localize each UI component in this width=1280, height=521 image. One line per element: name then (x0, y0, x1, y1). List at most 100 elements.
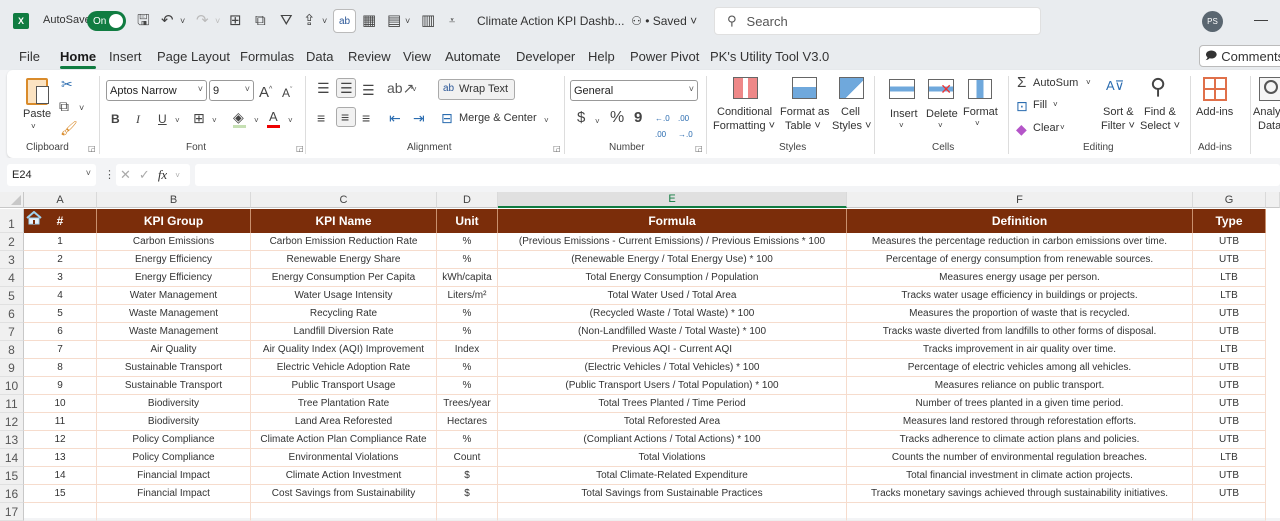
filter-icon[interactable]: ⛛ (280, 12, 293, 30)
increase-indent-icon[interactable]: ⇥ (413, 110, 425, 126)
cell-unit[interactable]: Liters/m² (437, 287, 498, 305)
cell-kpi-group[interactable]: Sustainable Transport (97, 359, 251, 377)
insert-function-button[interactable]: fx (158, 167, 167, 183)
column-header-d[interactable]: D (437, 192, 498, 208)
percent-button[interactable]: % (610, 110, 624, 126)
cell-kpi-name[interactable]: Cost Savings from Sustainability (251, 485, 437, 503)
increase-decimal-button[interactable]: ←.0 .00 (655, 111, 673, 143)
clipboard-launcher-icon[interactable]: ◲ (88, 144, 96, 153)
cell-kpi-group[interactable]: Biodiversity (97, 395, 251, 413)
calculator2-icon[interactable]: ▥ (421, 12, 435, 30)
cell-definition[interactable]: Measures the percentage reduction in car… (847, 233, 1193, 251)
cell-number[interactable]: 7 (24, 341, 97, 359)
cell-type[interactable]: LTB (1193, 287, 1266, 305)
cell-formula[interactable]: (Electric Vehicles / Total Vehicles) * 1… (498, 359, 847, 377)
decrease-decimal-button[interactable]: .00 →.0 (678, 111, 696, 143)
copy-dropdown-icon[interactable]: ˅ (79, 100, 84, 116)
minimize-button[interactable]: — (1254, 11, 1268, 27)
number-launcher-icon[interactable]: ◲ (695, 144, 703, 153)
orientation-icon[interactable]: ab↗ (387, 80, 414, 96)
cell-formula[interactable]: Total Trees Planted / Time Period (498, 395, 847, 413)
cut-icon[interactable]: ✂ (61, 76, 73, 92)
cell-unit[interactable]: % (437, 305, 498, 323)
fill-icon[interactable]: ⊡ (1016, 98, 1028, 114)
font-color-icon[interactable]: A (269, 109, 278, 125)
align-left-icon[interactable]: ≡ (317, 110, 325, 126)
empty-cell[interactable] (24, 503, 97, 521)
cell-formula[interactable]: (Renewable Energy / Total Energy Use) * … (498, 251, 847, 269)
cell-kpi-name[interactable]: Air Quality Index (AQI) Improvement (251, 341, 437, 359)
alignment-launcher-icon[interactable]: ◲ (553, 144, 561, 153)
empty-cell[interactable] (847, 503, 1193, 521)
cell-unit[interactable]: Index (437, 341, 498, 359)
cell-type[interactable]: UTB (1193, 467, 1266, 485)
cell-number[interactable]: 13 (24, 449, 97, 467)
enter-icon[interactable]: ✓ (139, 167, 150, 183)
tab-power-pivot[interactable]: Power Pivot (630, 49, 699, 64)
column-header-h[interactable] (1266, 192, 1280, 208)
cell-definition[interactable]: Tracks water usage efficiency in buildin… (847, 287, 1193, 305)
merge-center-icon[interactable]: ⊟ (441, 110, 453, 126)
fill-color-icon[interactable]: ◈ (233, 109, 244, 125)
row-header[interactable]: 8 (0, 341, 24, 359)
cell-type[interactable]: UTB (1193, 233, 1266, 251)
home-icon[interactable] (26, 210, 42, 225)
empty-cell[interactable] (251, 503, 437, 521)
decrease-font-size-icon[interactable]: Aˇ (282, 83, 292, 101)
cell-formula[interactable]: (Non-Landfilled Waste / Total Waste) * 1… (498, 323, 847, 341)
row-header[interactable]: 17 (0, 503, 24, 521)
paste-button[interactable]: Paste ˅ (21, 76, 53, 136)
cell-kpi-name[interactable]: Land Area Reforested (251, 413, 437, 431)
cell-kpi-name[interactable]: Energy Consumption Per Capita (251, 269, 437, 287)
formula-dropdown-icon[interactable]: ˅ (175, 171, 180, 180)
header-cell-type[interactable]: Type (1193, 209, 1266, 233)
cell-definition[interactable]: Percentage of energy consumption from re… (847, 251, 1193, 269)
tab-pk-utility-tool[interactable]: PK's Utility Tool V3.0 (710, 49, 829, 64)
cell-kpi-name[interactable]: Renewable Energy Share (251, 251, 437, 269)
tab-formulas[interactable]: Formulas (240, 49, 294, 64)
cell-number[interactable]: 3 (24, 269, 97, 287)
cell-number[interactable]: 4 (24, 287, 97, 305)
cell-type[interactable]: UTB (1193, 395, 1266, 413)
cell-kpi-group[interactable]: Carbon Emissions (97, 233, 251, 251)
borders-icon[interactable]: ⊞ (229, 12, 242, 30)
row-header[interactable]: 16 (0, 485, 24, 503)
cell-kpi-name[interactable]: Carbon Emission Reduction Rate (251, 233, 437, 251)
cell-type[interactable]: UTB (1193, 305, 1266, 323)
empty-cell[interactable] (437, 503, 498, 521)
cell-number[interactable]: 15 (24, 485, 97, 503)
tab-data[interactable]: Data (306, 49, 333, 64)
cell-unit[interactable]: % (437, 377, 498, 395)
italic-button[interactable]: I (136, 111, 140, 127)
tab-file[interactable]: File (19, 49, 40, 64)
font-launcher-icon[interactable]: ◲ (296, 144, 304, 153)
cell-definition[interactable]: Tracks monetary savings achieved through… (847, 485, 1193, 503)
cell-kpi-name[interactable]: Water Usage Intensity (251, 287, 437, 305)
cell-number[interactable]: 1 (24, 233, 97, 251)
row-header[interactable]: 15 (0, 467, 24, 485)
cell-formula[interactable]: Total Water Used / Total Area (498, 287, 847, 305)
cell-formula[interactable]: Total Energy Consumption / Population (498, 269, 847, 287)
cell-number[interactable]: 14 (24, 467, 97, 485)
cell-type[interactable]: UTB (1193, 359, 1266, 377)
autosave-toggle[interactable]: On (87, 11, 126, 31)
bold-button[interactable]: B (111, 111, 120, 127)
cell-type[interactable]: UTB (1193, 323, 1266, 341)
cell-type[interactable]: LTB (1193, 269, 1266, 287)
redo-dropdown-icon[interactable]: ˅ (215, 12, 220, 30)
underline-button[interactable]: U (158, 111, 167, 127)
cell-kpi-group[interactable]: Waste Management (97, 305, 251, 323)
cell-formula[interactable]: Total Reforested Area (498, 413, 847, 431)
align-center-button[interactable]: ≡ (336, 107, 356, 127)
tab-review[interactable]: Review (348, 49, 391, 64)
cell-unit[interactable]: Count (437, 449, 498, 467)
wrap-text-button[interactable]: ab Wrap Text (438, 79, 515, 100)
column-header-a[interactable]: A (24, 192, 97, 208)
cell-unit[interactable]: Trees/year (437, 395, 498, 413)
cell-kpi-name[interactable]: Tree Plantation Rate (251, 395, 437, 413)
row-header[interactable]: 9 (0, 359, 24, 377)
clear-button[interactable]: Clear (1033, 122, 1059, 134)
decrease-indent-icon[interactable]: ⇤ (389, 110, 401, 126)
cell-kpi-name[interactable]: Climate Action Plan Compliance Rate (251, 431, 437, 449)
cell-unit[interactable]: % (437, 359, 498, 377)
